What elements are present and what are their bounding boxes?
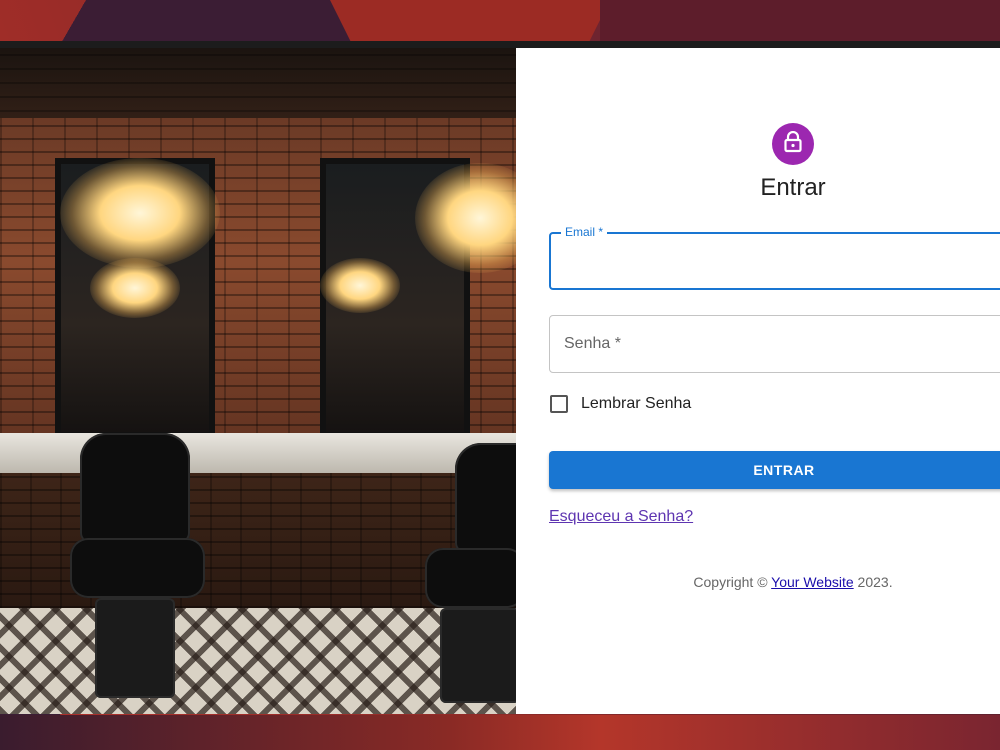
login-panel: Entrar Email * Lembrar Senha ENTRAR Esqu… [516,48,1000,714]
forgot-password-link[interactable]: Esqueceu a Senha? [549,508,693,526]
lock-avatar [772,123,814,165]
website-link[interactable]: Your Website [771,574,854,590]
remember-checkbox[interactable] [550,395,568,413]
password-input[interactable] [550,316,1000,372]
email-field[interactable]: Email * [549,225,1000,290]
window-top-bar [0,41,1000,48]
lock-icon [783,130,803,158]
remember-password[interactable]: Lembrar Senha [550,393,691,415]
login-button[interactable]: ENTRAR [549,451,1000,489]
barber-chair [455,443,516,553]
email-input[interactable] [551,234,1000,288]
wallpaper-shape [330,0,610,45]
wallpaper-shape [600,0,1000,45]
copyright-footer: Copyright © Your Website 2023. [516,574,1000,590]
remember-label: Lembrar Senha [581,395,692,412]
copyright-year: 2023. [857,574,893,590]
password-field[interactable] [549,315,1000,373]
barber-chair [80,433,190,543]
login-window: Entrar Email * Lembrar Senha ENTRAR Esqu… [0,48,1000,714]
wallpaper-shape [0,715,1000,750]
barbershop-photo [0,48,516,714]
copyright-prefix: Copyright © [693,574,768,590]
page-title: Entrar [760,174,826,201]
